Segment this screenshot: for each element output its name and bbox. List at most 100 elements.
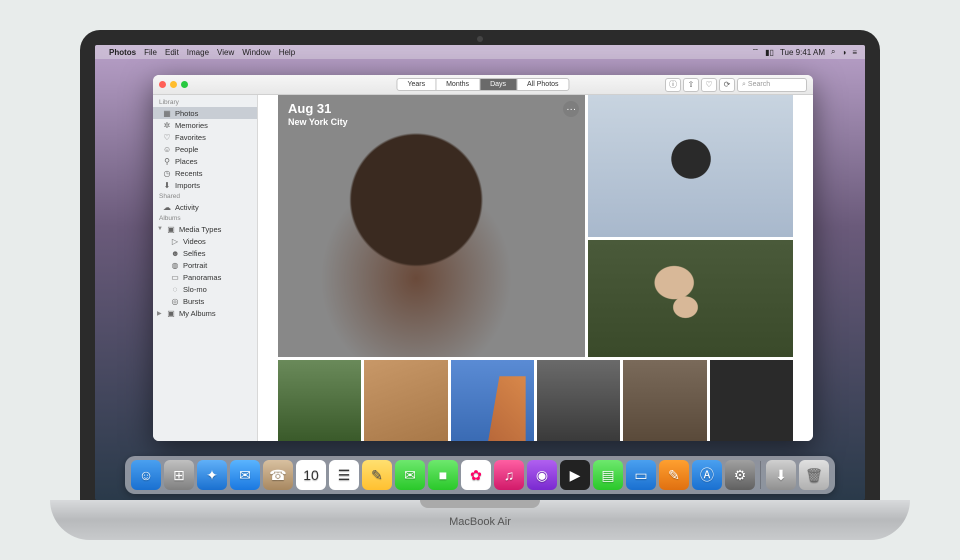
sidebar: Library ▦Photos✲Memories♡Favorites☺Peopl… (153, 95, 258, 441)
dock-facetime[interactable]: ■ (428, 460, 458, 490)
dock-safari[interactable]: ✦ (197, 460, 227, 490)
spotlight-icon[interactable]: ⌕ (831, 47, 835, 57)
sidebar-header-shared: Shared (153, 191, 257, 201)
menu-help[interactable]: Help (279, 48, 295, 57)
sidebar-item-imports[interactable]: ⬇Imports (153, 179, 257, 191)
photos-grid[interactable]: Aug 31 New York City ··· (258, 95, 813, 441)
menubar-status: ⌔ ▮▯ Tue 9:41 AM ⌕ ◑ ≡ (752, 47, 857, 57)
sidebar-item-photos[interactable]: ▦Photos (153, 107, 257, 119)
dock-appstore[interactable]: Ⓐ (692, 460, 722, 490)
sidebar-item-videos[interactable]: ▷Videos (153, 235, 257, 247)
siri-icon[interactable]: ≡ (852, 48, 857, 57)
dock-launchpad[interactable]: ⊞ (164, 460, 194, 490)
photos-window: Years Months Days All Photos ⓘ ⇧ ♡ ⟳ ⌕ S… (153, 75, 813, 441)
close-button[interactable] (159, 81, 166, 88)
dock-music[interactable]: ♫ (494, 460, 524, 490)
dock-notes[interactable]: ✎ (362, 460, 392, 490)
favorite-button[interactable]: ♡ (701, 78, 717, 92)
search-field[interactable]: ⌕ Search (737, 78, 807, 92)
hero-location: New York City (288, 117, 348, 127)
menu-view[interactable]: View (217, 48, 234, 57)
hero-date: Aug 31 (288, 101, 331, 116)
rotate-button[interactable]: ⟳ (719, 78, 735, 92)
sidebar-item-label: Places (175, 157, 198, 166)
dock-photos[interactable]: ✿ (461, 460, 491, 490)
sidebar-group-media-types[interactable]: ▼▣Media Types (153, 223, 257, 235)
dock-pages[interactable]: ✎ (659, 460, 689, 490)
sidebar-item-favorites[interactable]: ♡Favorites (153, 131, 257, 143)
dock-separator (760, 461, 761, 489)
clock[interactable]: Tue 9:41 AM (780, 48, 825, 57)
menu-image[interactable]: Image (187, 48, 209, 57)
dock-trash[interactable]: 🗑 (799, 460, 829, 490)
hero-photo[interactable]: Aug 31 New York City ··· (278, 95, 585, 357)
sidebar-item-activity[interactable]: ☁Activity (153, 201, 257, 213)
more-button[interactable]: ··· (563, 101, 579, 117)
fullscreen-button[interactable] (181, 81, 188, 88)
screen-bezel: Photos File Edit Image View Window Help … (80, 30, 880, 500)
hero-side-column (588, 95, 793, 357)
burst-icon: ◎ (171, 297, 179, 306)
cloud-icon: ☁ (163, 203, 171, 212)
control-center-icon[interactable]: ◑ (841, 48, 846, 57)
photo-thumbnail[interactable] (623, 360, 706, 441)
sidebar-item-recents[interactable]: ◷ Recents (153, 167, 257, 179)
titlebar: Years Months Days All Photos ⓘ ⇧ ♡ ⟳ ⌕ S… (153, 75, 813, 95)
sidebar-item-slo-mo[interactable]: ◌Slo-mo (153, 283, 257, 295)
photo-thumbnail[interactable] (588, 240, 793, 357)
disclosure-triangle-icon[interactable]: ▼ (157, 226, 163, 232)
dock-downloads[interactable]: ⬇ (766, 460, 796, 490)
sidebar-item-label: Portrait (183, 261, 207, 270)
person-icon: ☺ (163, 145, 171, 154)
dock-mail[interactable]: ✉ (230, 460, 260, 490)
dock-keynote[interactable]: ▭ (626, 460, 656, 490)
hero-row: Aug 31 New York City ··· (278, 95, 793, 357)
clock-icon: ◷ (163, 169, 171, 178)
wifi-icon[interactable]: ⌔ (752, 47, 760, 57)
sidebar-item-bursts[interactable]: ◎Bursts (153, 295, 257, 307)
dock: ☺⊞✦✉☎10☰✎✉■✿♫◉▶▤▭✎Ⓐ⚙⬇🗑 (125, 456, 835, 494)
photo-thumbnail[interactable] (451, 360, 534, 441)
sidebar-group-my-albums[interactable]: ▶▣My Albums (153, 307, 257, 319)
segment-days[interactable]: Days (480, 79, 517, 90)
battery-icon[interactable]: ▮▯ (765, 48, 774, 57)
menubar-app-name[interactable]: Photos (109, 48, 136, 57)
sidebar-item-selfies[interactable]: ☻Selfies (153, 247, 257, 259)
sidebar-item-portrait[interactable]: ◍Portrait (153, 259, 257, 271)
sidebar-item-panoramas[interactable]: ▭Panoramas (153, 271, 257, 283)
sidebar-header-albums: Albums (153, 213, 257, 223)
sidebar-item-label: Selfies (183, 249, 206, 258)
photo-thumbnail[interactable] (364, 360, 447, 441)
sidebar-item-memories[interactable]: ✲Memories (153, 119, 257, 131)
dock-contacts[interactable]: ☎ (263, 460, 293, 490)
segment-all-photos[interactable]: All Photos (517, 79, 569, 90)
dock-reminders[interactable]: ☰ (329, 460, 359, 490)
sidebar-item-label: Slo-mo (183, 285, 207, 294)
dock-numbers[interactable]: ▤ (593, 460, 623, 490)
dock-messages[interactable]: ✉ (395, 460, 425, 490)
menu-window[interactable]: Window (242, 48, 270, 57)
dock-finder[interactable]: ☺ (131, 460, 161, 490)
sidebar-item-people[interactable]: ☺People (153, 143, 257, 155)
search-icon: ⌕ (742, 81, 746, 89)
photo-thumbnail[interactable] (278, 360, 361, 441)
dock-tv[interactable]: ▶ (560, 460, 590, 490)
dock-podcasts[interactable]: ◉ (527, 460, 557, 490)
photo-thumbnail[interactable] (710, 360, 793, 441)
sidebar-item-label: My Albums (179, 309, 216, 318)
dock-calendar[interactable]: 10 (296, 460, 326, 490)
disclosure-triangle-icon[interactable]: ▶ (157, 310, 163, 317)
menu-edit[interactable]: Edit (165, 48, 179, 57)
sidebar-item-label: Recents (175, 169, 203, 178)
photo-thumbnail[interactable] (588, 95, 793, 237)
menu-file[interactable]: File (144, 48, 157, 57)
hardware-label: MacBook Air (449, 516, 511, 528)
segment-months[interactable]: Months (436, 79, 480, 90)
photo-thumbnail[interactable] (537, 360, 620, 441)
segment-years[interactable]: Years (397, 79, 436, 90)
sidebar-item-places[interactable]: ⚲Places (153, 155, 257, 167)
minimize-button[interactable] (170, 81, 177, 88)
dock-preferences[interactable]: ⚙ (725, 460, 755, 490)
info-button[interactable]: ⓘ (665, 78, 681, 92)
share-button[interactable]: ⇧ (683, 78, 699, 92)
